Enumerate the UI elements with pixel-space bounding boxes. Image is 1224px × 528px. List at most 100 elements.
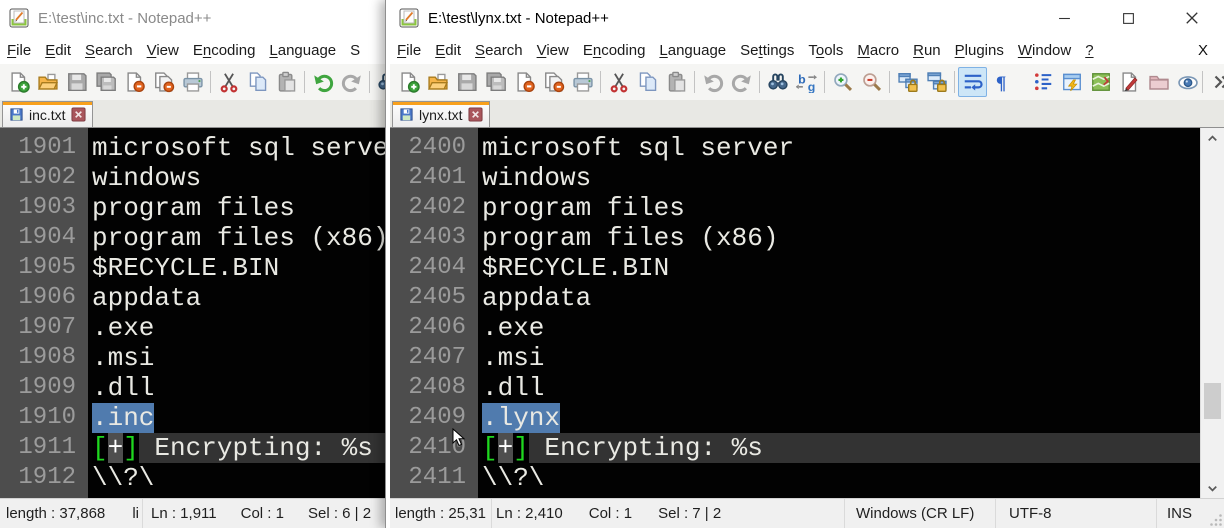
replace-icon[interactable]: bg [792,67,821,97]
close-file-icon[interactable] [510,67,539,97]
saved-file-icon [399,107,414,122]
save-icon[interactable] [452,67,481,97]
open-folder-icon[interactable] [33,67,62,97]
line-number-gutter: 2400240124022403240424052406240724082409… [390,128,478,498]
menu-language[interactable]: Language [262,42,343,59]
menu-file[interactable]: File [390,42,428,59]
show-all-chars-icon[interactable]: ¶ [987,67,1016,97]
insert-mode-label: INS [1167,505,1192,522]
tab-inc-txt[interactable]: inc.txt [2,101,93,127]
overflow-chevrons-icon[interactable] [1206,67,1224,97]
sync-horizontal-icon[interactable] [922,67,951,97]
menu-language[interactable]: Language [652,42,733,59]
menu-macro[interactable]: Macro [850,42,906,59]
cut-icon[interactable] [604,67,633,97]
print-icon[interactable] [568,67,597,97]
line-number: 2407 [390,343,466,373]
menu-edit[interactable]: Edit [38,42,78,59]
sync-vertical-icon[interactable] [893,67,922,97]
print-icon[interactable] [178,67,207,97]
copy-icon[interactable] [243,67,272,97]
save-all-icon[interactable] [481,67,510,97]
resize-grip[interactable] [1203,499,1224,528]
status-insert-mode[interactable]: INS [1157,499,1203,528]
indent-guide-icon[interactable] [1028,67,1057,97]
code-line: microsoft sql server [482,133,1200,163]
code-line: appdata [92,283,386,313]
line-number: 1904 [0,223,76,253]
folder-workspace-icon[interactable] [1144,67,1173,97]
function-list-icon[interactable] [1057,67,1086,97]
code-line: .exe [482,313,1200,343]
line-number: 1903 [0,193,76,223]
menu-edit[interactable]: Edit [428,42,468,59]
macro-record-icon[interactable] [1115,67,1144,97]
zoom-in-icon[interactable] [828,67,857,97]
close-file-icon[interactable] [120,67,149,97]
code-line: windows [482,163,1200,193]
menu-bar: FileEditSearchViewEncodingLanguageS [0,36,386,64]
document-map-icon[interactable] [1086,67,1115,97]
title-bar[interactable]: E:\test\inc.txt - Notepad++ [0,0,386,36]
maximize-button[interactable] [1096,0,1160,36]
menu-window[interactable]: Window [1011,42,1078,59]
new-file-icon[interactable] [4,67,33,97]
find-icon[interactable] [763,67,792,97]
code-line: .dll [92,373,386,403]
status-encoding[interactable]: UTF-8 [996,499,1156,528]
cut-icon[interactable] [214,67,243,97]
zoom-out-icon[interactable] [857,67,886,97]
save-all-icon[interactable] [91,67,120,97]
new-file-icon[interactable] [394,67,423,97]
menu-encoding[interactable]: Encoding [186,42,263,59]
status-line: Ln : 2,410 [496,505,563,522]
scroll-down-icon[interactable] [1201,478,1224,498]
menu-encoding[interactable]: Encoding [576,42,653,59]
scroll-up-icon[interactable] [1201,128,1224,148]
scrollbar-thumb[interactable] [1204,383,1221,419]
menu-view[interactable]: View [530,42,576,59]
menu-run[interactable]: Run [906,42,948,59]
menu-settings[interactable]: Settings [733,42,801,59]
text-selection: .lynx [482,403,560,433]
close-all-icon[interactable] [539,67,568,97]
line-number-gutter: 1901190219031904190519061907190819091910… [0,128,88,498]
menu-view[interactable]: View [140,42,186,59]
menu-search[interactable]: Search [78,42,140,59]
editor-lynx[interactable]: 2400240124022403240424052406240724082409… [390,128,1224,498]
redo-icon[interactable] [727,67,756,97]
toolbar-separator [954,71,955,93]
menu-s[interactable]: S [343,42,367,59]
menu-help[interactable]: ? [1078,42,1100,59]
close-icon[interactable] [468,107,483,122]
paste-icon[interactable] [662,67,691,97]
undo-icon[interactable] [308,67,337,97]
menu-search[interactable]: Search [468,42,530,59]
preview-eye-icon[interactable] [1173,67,1202,97]
copy-icon[interactable] [633,67,662,97]
tab-lynx-txt[interactable]: lynx.txt [392,101,490,127]
code-line: program files [92,193,386,223]
word-wrap-icon[interactable] [958,67,987,97]
line-number: 1909 [0,373,76,403]
minimize-button[interactable] [1032,0,1096,36]
code-line: \\?\ [482,463,1200,493]
menu-plugins[interactable]: Plugins [948,42,1011,59]
redo-icon[interactable] [337,67,366,97]
line-number: 1906 [0,283,76,313]
toolbar-separator [694,71,695,93]
menu-file[interactable]: File [0,42,38,59]
open-folder-icon[interactable] [423,67,452,97]
close-all-icon[interactable] [149,67,178,97]
menu-tools[interactable]: Tools [801,42,850,59]
vertical-scrollbar[interactable] [1200,128,1224,498]
close-icon[interactable] [71,107,86,122]
save-icon[interactable] [62,67,91,97]
status-eol[interactable]: Windows (CR LF) [845,499,995,528]
editor-inc[interactable]: 1901190219031904190519061907190819091910… [0,128,386,498]
title-bar[interactable]: E:\test\lynx.txt - Notepad++ [390,0,1224,36]
close-button[interactable] [1160,0,1224,36]
menubar-close-document-button[interactable]: X [1198,42,1224,59]
undo-icon[interactable] [698,67,727,97]
paste-icon[interactable] [272,67,301,97]
